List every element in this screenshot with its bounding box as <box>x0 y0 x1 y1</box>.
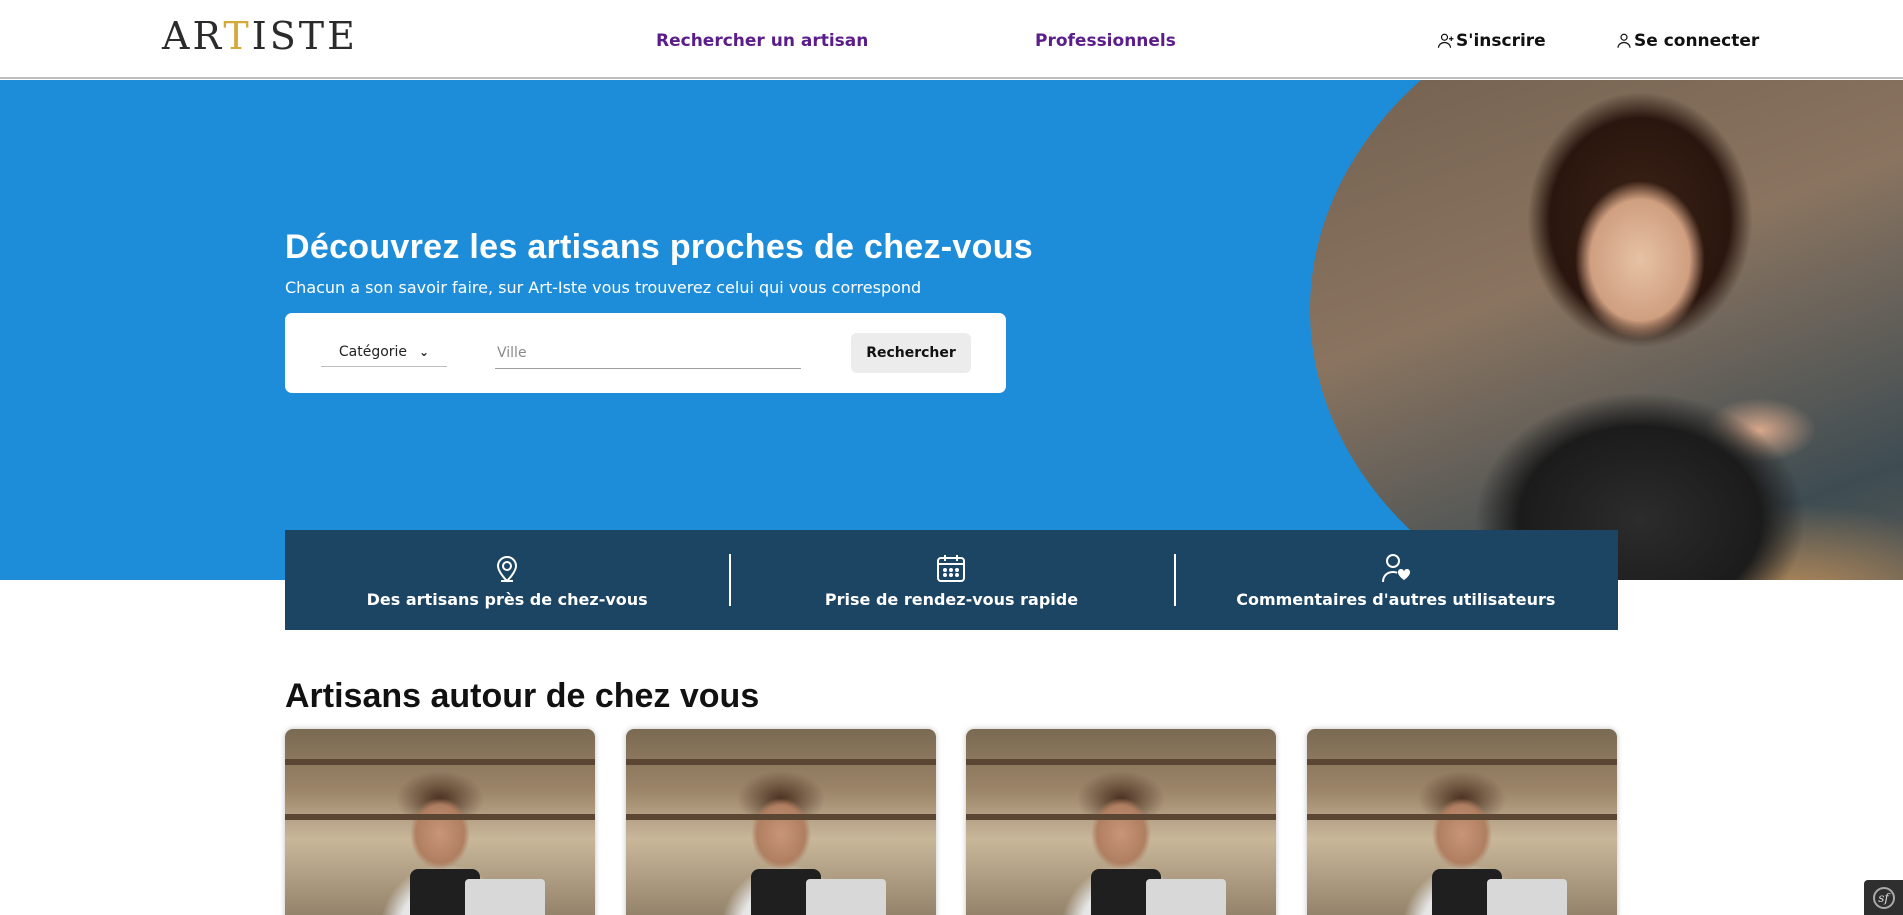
artisan-card[interactable] <box>966 729 1276 915</box>
chevron-down-icon: ⌄ <box>419 344 430 359</box>
site-header: ARTISTE Rechercher un artisan Profession… <box>0 0 1903 79</box>
login-link[interactable]: Se connecter <box>1615 31 1759 51</box>
artisan-card[interactable] <box>1307 729 1617 915</box>
hero-banner: Découvrez les artisans proches de chez-v… <box>0 80 1903 580</box>
feature-label: Prise de rendez-vous rapide <box>824 589 1079 609</box>
feature-label: Des artisans près de chez-vous <box>366 589 648 609</box>
section-title: Artisans autour de chez vous <box>285 677 760 715</box>
artisan-cards <box>285 729 1618 915</box>
debug-toolbar-button[interactable]: sf <box>1864 880 1903 915</box>
calendar-icon <box>937 554 966 582</box>
feature-nearby-artisans: Des artisans près de chez-vous <box>285 530 729 630</box>
search-button[interactable]: Rechercher <box>851 333 971 373</box>
hero-subtitle: Chacun a son savoir faire, sur Art-Iste … <box>285 278 922 297</box>
city-input[interactable] <box>495 337 801 369</box>
hero-title: Découvrez les artisans proches de chez-v… <box>285 228 1033 266</box>
artisan-card[interactable] <box>285 729 595 915</box>
category-select[interactable]: Catégorie ⌄ <box>321 337 447 367</box>
nav-professionals-link[interactable]: Professionnels <box>1035 31 1176 51</box>
user-plus-icon <box>1437 33 1454 48</box>
features-bar: Des artisans près de chez-vous Prise de … <box>285 530 1618 630</box>
user-heart-icon <box>1381 553 1410 582</box>
map-pin-icon <box>497 555 518 582</box>
nav-find-artisan-link[interactable]: Rechercher un artisan <box>656 31 868 51</box>
hero-artisan-photo <box>1310 80 1903 580</box>
feature-label: Commentaires d'autres utilisateurs <box>1236 589 1556 609</box>
login-label: Se connecter <box>1634 31 1760 51</box>
register-label: S'inscrire <box>1456 31 1546 51</box>
register-link[interactable]: S'inscrire <box>1437 31 1546 51</box>
symfony-icon: sf <box>1872 886 1895 909</box>
artisan-card[interactable] <box>626 729 936 915</box>
feature-quick-appointment: Prise de rendez-vous rapide <box>729 530 1173 630</box>
category-select-value: Catégorie <box>338 343 408 360</box>
search-form: Catégorie ⌄ Rechercher <box>285 313 1006 393</box>
user-icon <box>1617 33 1631 48</box>
site-logo[interactable]: ARTISTE <box>162 14 358 58</box>
feature-user-reviews: Commentaires d'autres utilisateurs <box>1173 530 1618 630</box>
